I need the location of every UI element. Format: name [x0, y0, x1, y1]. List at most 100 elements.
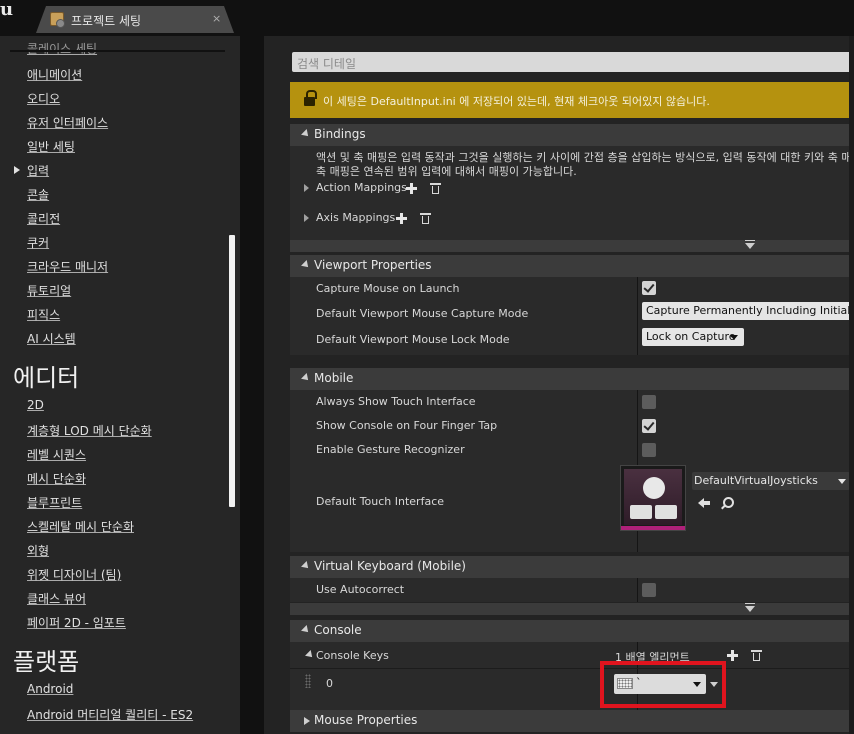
title-bar: u 프로젝트 세팅 ×: [0, 0, 854, 36]
sidebar-item-android-es2[interactable]: Android 머티리얼 퀄리티 - ES2: [27, 706, 193, 723]
tab-label: 프로젝트 세팅: [71, 14, 142, 28]
add-element-plus-icon[interactable]: [727, 650, 738, 661]
sidebar-item-physics[interactable]: 피직스: [27, 306, 60, 323]
sidebar-item-animation[interactable]: 애니메이션: [27, 66, 82, 83]
viewport-header[interactable]: Viewport Properties: [290, 255, 854, 277]
chevron-down-icon: [838, 479, 846, 484]
collapse-triangle-icon: [301, 561, 311, 571]
autocorrect-label: Use Autocorrect: [316, 583, 405, 596]
viewport-title: Viewport Properties: [314, 258, 432, 272]
asset-type-bar: [621, 526, 685, 530]
column-separator: [637, 578, 638, 602]
virtual-keyboard-header[interactable]: Virtual Keyboard (Mobile): [290, 556, 854, 578]
sidebar-item-user-interface[interactable]: 유저 인터페이스: [27, 114, 108, 131]
sidebar-item-widget-designer[interactable]: 위젯 디자이너 (팀): [27, 566, 121, 583]
bindings-description-2: 축 매핑은 연속된 범위 입력에 대해서 매핑이 가능합니다.: [316, 165, 577, 178]
search-placeholder: 검색 디테일: [297, 57, 357, 71]
capture-mode-dropdown[interactable]: Capture Permanently Including Initial Mo…: [642, 302, 854, 320]
drag-handle-icon[interactable]: [305, 674, 311, 688]
sidebar-item-general[interactable]: 일반 세팅: [27, 138, 75, 155]
sidebar-item-skeletal-mesh[interactable]: 스켈레탈 메시 단순화: [27, 518, 134, 535]
always-show-touch-checkbox[interactable]: [642, 395, 656, 409]
expand-advanced-icon: [745, 240, 755, 249]
sidebar-item-input[interactable]: 입력: [27, 162, 49, 179]
bindings-header[interactable]: Bindings: [290, 124, 854, 146]
clear-elements-trash-icon[interactable]: [751, 650, 762, 661]
sidebar-item-audio[interactable]: 오디오: [27, 90, 60, 107]
touch-interface-value: DefaultVirtualJoysticks: [694, 474, 818, 487]
close-tab-icon[interactable]: ×: [212, 12, 221, 25]
virtual-keyboard-body: Use Autocorrect: [290, 578, 854, 602]
autocorrect-checkbox[interactable]: [642, 583, 656, 597]
default-touch-row: DefaultVirtualJoysticks: [290, 462, 854, 552]
mobile-header[interactable]: Mobile: [290, 368, 854, 390]
sidebar-item-collision[interactable]: 콜리전: [27, 210, 60, 227]
settings-icon: [50, 12, 65, 28]
panel-divider: [240, 36, 264, 734]
sidebar-item-console[interactable]: 콘솔: [27, 186, 49, 203]
sidebar-item-crowd-manager[interactable]: 크라우드 매니저: [27, 258, 108, 275]
sidebar-item-2d[interactable]: 2D: [27, 398, 44, 412]
sidebar-divider: [10, 50, 225, 52]
sidebar-item-partial[interactable]: 콜레이스 세팅: [27, 40, 97, 57]
action-mappings-label: Action Mappings: [316, 181, 407, 194]
viewport-body: Capture Mouse on Launch Default Viewport…: [290, 277, 854, 355]
virtual-keyboard-title: Virtual Keyboard (Mobile): [314, 559, 466, 573]
collapse-triangle-icon: [301, 625, 311, 635]
advanced-expand-bar[interactable]: [290, 240, 854, 252]
capture-mouse-label: Capture Mouse on Launch: [316, 282, 460, 295]
collapse-triangle-icon[interactable]: [305, 650, 315, 660]
mobile-body: Always Show Touch Interface Show Console…: [290, 390, 854, 552]
sidebar-item-paper2d-import[interactable]: 페이퍼 2D - 임포트: [27, 614, 126, 631]
joystick-pad-icon: [655, 505, 677, 519]
gesture-checkbox[interactable]: [642, 443, 656, 457]
sidebar-item-appearance[interactable]: 외형: [27, 542, 49, 559]
advanced-expand-bar[interactable]: [290, 603, 854, 615]
tab-project-settings[interactable]: 프로젝트 세팅 ×: [36, 6, 234, 33]
search-details-input[interactable]: 검색 디테일: [292, 52, 854, 72]
touch-interface-asset-picker[interactable]: DefaultVirtualJoysticks: [692, 472, 850, 490]
sidebar-item-level-sequence[interactable]: 레벨 시퀀스: [27, 446, 86, 463]
axis-mappings-label: Axis Mappings: [316, 211, 396, 224]
sidebar-item-cooker[interactable]: 쿠커: [27, 234, 49, 251]
sidebar-item-tutorial[interactable]: 튜토리얼: [27, 282, 71, 299]
unreal-logo-icon: u: [0, 0, 14, 20]
sidebar-item-blueprint[interactable]: 블루프린트: [27, 494, 82, 511]
mouse-header[interactable]: Mouse Properties: [290, 710, 854, 732]
console-section: Console Console Keys 1 배열 엘리먼트 0 `: [290, 620, 854, 710]
lock-icon: [304, 90, 317, 106]
browse-magnify-icon[interactable]: [721, 497, 734, 509]
sidebar-item-mesh-simplification[interactable]: 메시 단순화: [27, 470, 86, 487]
sidebar-item-class-viewer[interactable]: 클래스 뷰어: [27, 590, 86, 607]
element-index: 0: [326, 677, 333, 690]
capture-mouse-checkbox[interactable]: [642, 281, 656, 295]
add-action-mapping-plus-icon[interactable]: [406, 183, 417, 194]
thumbnail-image: [624, 469, 682, 525]
expand-triangle-icon[interactable]: [304, 214, 309, 222]
clear-action-mappings-trash-icon[interactable]: [430, 183, 441, 194]
highlight-annotation: [600, 661, 726, 708]
console-title: Console: [314, 623, 362, 637]
sidebar-scrollbar[interactable]: [229, 235, 235, 507]
capture-mode-label: Default Viewport Mouse Capture Mode: [316, 307, 529, 320]
show-console-checkbox[interactable]: [642, 419, 656, 433]
gesture-label: Enable Gesture Recognizer: [316, 443, 465, 456]
touch-interface-thumbnail[interactable]: [620, 465, 686, 531]
viewport-section: Viewport Properties Capture Mouse on Lau…: [290, 255, 854, 355]
sidebar-item-ai-system[interactable]: AI 시스템: [27, 330, 76, 347]
clear-axis-mappings-trash-icon[interactable]: [420, 213, 431, 224]
details-scrollbar[interactable]: [849, 36, 854, 734]
mobile-title: Mobile: [314, 371, 354, 385]
column-separator: [637, 277, 638, 355]
console-keys-label: Console Keys: [316, 649, 389, 662]
console-header[interactable]: Console: [290, 620, 854, 642]
use-selected-arrow-icon[interactable]: [698, 498, 710, 508]
expand-triangle-icon: [304, 717, 310, 725]
sidebar-item-android[interactable]: Android: [27, 682, 73, 696]
settings-sidebar: 콜레이스 세팅 애니메이션 오디오 유저 인터페이스 일반 세팅 입력 콘솔 콜…: [0, 36, 240, 734]
lock-mode-dropdown[interactable]: Lock on Capture: [642, 328, 744, 346]
sidebar-item-hlod[interactable]: 계층형 LOD 메시 단순화: [27, 422, 152, 439]
expand-triangle-icon[interactable]: [304, 184, 309, 192]
add-axis-mapping-plus-icon[interactable]: [396, 213, 407, 224]
joystick-knob-icon: [643, 477, 665, 499]
